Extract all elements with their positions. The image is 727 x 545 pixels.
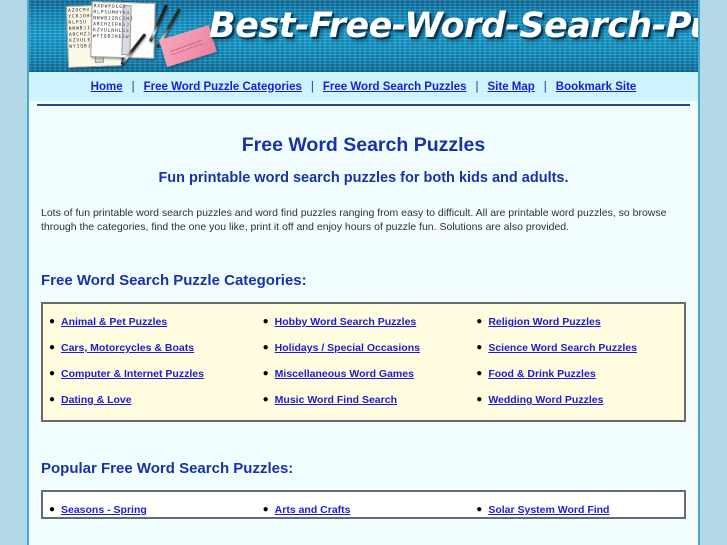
bullet-icon: ● [48,504,56,515]
category-link[interactable]: Computer & Internet Puzzles [61,367,204,381]
nav-link-bookmark-site[interactable]: Bookmark Site [556,81,637,93]
list-item[interactable]: ● Dating & Love [43,393,257,407]
page-title: Free Word Search Puzzles [241,134,486,156]
list-item[interactable]: ● Solar System Word Find [470,503,684,517]
category-link[interactable]: Holidays / Special Occasions [275,341,420,355]
list-item[interactable]: ● Religion Word Puzzles [470,315,684,329]
categories-row: ● Cars, Motorcycles & Boats ● Holidays /… [43,341,684,355]
banner-title: Best-Free-Word-Search-Puzzles [209,6,698,46]
list-item[interactable]: ● Hobby Word Search Puzzles [257,315,471,329]
list-item[interactable]: ● Food & Drink Puzzles [470,367,684,381]
list-item[interactable]: ● Arts and Crafts [257,503,471,517]
nav-link-free-word-puzzle-categories[interactable]: Free Word Puzzle Categories [144,81,302,93]
categories-box: ● Animal & Pet Puzzles ● Hobby Word Sear… [41,302,686,422]
category-link[interactable]: Animal & Pet Puzzles [61,315,167,329]
categories-row: ● Dating & Love ● Music Word Find Search… [43,393,684,407]
site-banner: AZOCMV YCRJOHF RLPSU NNWBJI ARCHZJ KZVUL… [29,0,698,72]
grid-highlight [121,4,132,56]
category-link[interactable]: Hobby Word Search Puzzles [275,315,417,329]
categories-heading: Free Word Search Puzzle Categories: [41,272,307,289]
popular-link[interactable]: Arts and Crafts [275,503,351,517]
bullet-icon: ● [48,394,56,405]
bullet-icon: ● [476,368,483,379]
popular-row: ● Seasons - Spring ● Arts and Crafts ● S… [43,503,684,517]
popular-link[interactable]: Solar System Word Find [488,503,609,517]
bullet-icon: ● [476,342,483,353]
category-link[interactable]: Wedding Word Puzzles [488,393,603,407]
intro-paragraph: Lots of fun printable word search puzzle… [41,207,667,233]
nav-link-free-word-search-puzzles[interactable]: Free Word Search Puzzles [323,81,467,93]
nav-separator: | [131,80,135,93]
categories-row: ● Computer & Internet Puzzles ● Miscella… [43,367,684,381]
nav-link-home[interactable]: Home [91,81,123,93]
bullet-icon: ● [262,504,269,515]
list-item[interactable]: ● Animal & Pet Puzzles [43,315,257,329]
bullet-icon: ● [48,368,56,379]
bullet-icon: ● [48,316,56,327]
page-container: AZOCMV YCRJOHF RLPSU NNWBJI ARCHZJ KZVUL… [27,0,700,545]
bullet-icon: ● [262,368,269,379]
category-link[interactable]: Religion Word Puzzles [488,315,600,329]
list-item[interactable]: ● Cars, Motorcycles & Boats [43,341,257,355]
page-subtitle: Fun printable word search puzzles for bo… [158,170,569,186]
category-link[interactable]: Food & Drink Puzzles [488,367,595,381]
nav-link-site-map[interactable]: Site Map [488,81,535,93]
list-item[interactable]: ● Music Word Find Search [257,393,471,407]
bullet-icon: ● [262,316,269,327]
nav-separator: | [475,80,479,93]
category-link[interactable]: Dating & Love [61,393,132,407]
popular-heading: Popular Free Word Search Puzzles: [41,460,294,477]
nav-divider [37,104,690,106]
main-content: Free Word Search Puzzles Fun printable w… [29,134,698,519]
bullet-icon: ● [476,394,483,405]
popular-box: ● Seasons - Spring ● Arts and Crafts ● S… [41,490,686,519]
list-item[interactable]: ● Wedding Word Puzzles [470,393,684,407]
banner-puzzle-art: AZOCMV YCRJOHF RLPSU NNWBJI ARCHZJ KZVUL… [29,0,217,72]
bullet-icon: ● [262,342,269,353]
list-item[interactable]: ● Miscellaneous Word Games [257,367,471,381]
bullet-icon: ● [262,394,269,405]
bullet-icon: ● [476,504,483,515]
category-link[interactable]: Science Word Search Puzzles [488,341,637,355]
category-link[interactable]: Miscellaneous Word Games [275,367,414,381]
main-navigation[interactable]: Home | Free Word Puzzle Categories | Fre… [29,72,698,101]
word-search-grid-card-right: RXDWPOLGZ RLPSUMHYAU NNWBJZRCZMI ARCHZIR… [90,1,156,59]
list-item[interactable]: ● Seasons - Spring [43,503,257,517]
list-item[interactable]: ● Holidays / Special Occasions [257,341,471,355]
popular-link[interactable]: Seasons - Spring [61,503,147,517]
bullet-icon: ● [476,316,483,327]
nav-separator: | [543,80,547,93]
category-link[interactable]: Cars, Motorcycles & Boats [61,341,194,355]
list-item[interactable]: ● Computer & Internet Puzzles [43,367,257,381]
nav-separator: | [310,80,314,93]
list-item[interactable]: ● Science Word Search Puzzles [470,341,684,355]
categories-row: ● Animal & Pet Puzzles ● Hobby Word Sear… [43,315,684,329]
category-link[interactable]: Music Word Find Search [275,393,397,407]
bullet-icon: ● [48,342,56,353]
